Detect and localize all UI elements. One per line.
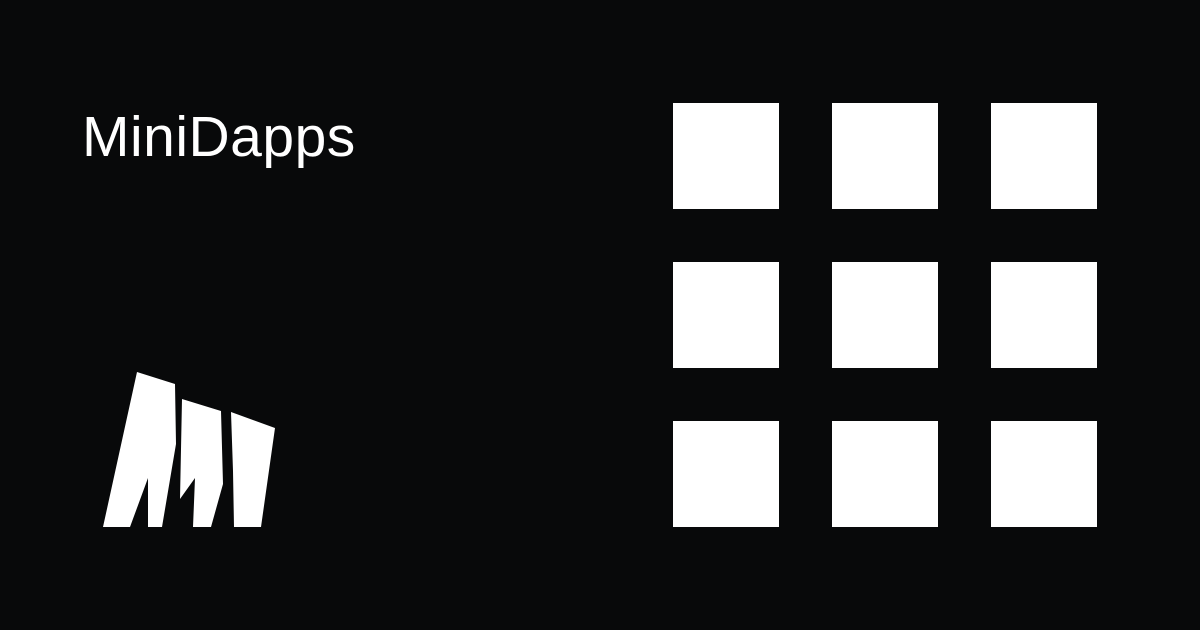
app-tile[interactable] [832, 262, 938, 368]
logo-stroke-right [231, 412, 275, 527]
app-tile[interactable] [991, 262, 1097, 368]
app-tile[interactable] [832, 103, 938, 209]
app-grid [673, 103, 1097, 527]
app-tile[interactable] [673, 103, 779, 209]
hero-banner: MiniDapps [0, 0, 1200, 630]
app-tile[interactable] [673, 262, 779, 368]
app-tile[interactable] [832, 421, 938, 527]
app-tile[interactable] [673, 421, 779, 527]
brand-title: MiniDapps [82, 105, 356, 169]
logo-stroke-middle [180, 399, 223, 527]
app-tile[interactable] [991, 421, 1097, 527]
logo-stroke-left [103, 372, 176, 527]
app-tile[interactable] [991, 103, 1097, 209]
minidapps-logo-icon [103, 372, 275, 527]
